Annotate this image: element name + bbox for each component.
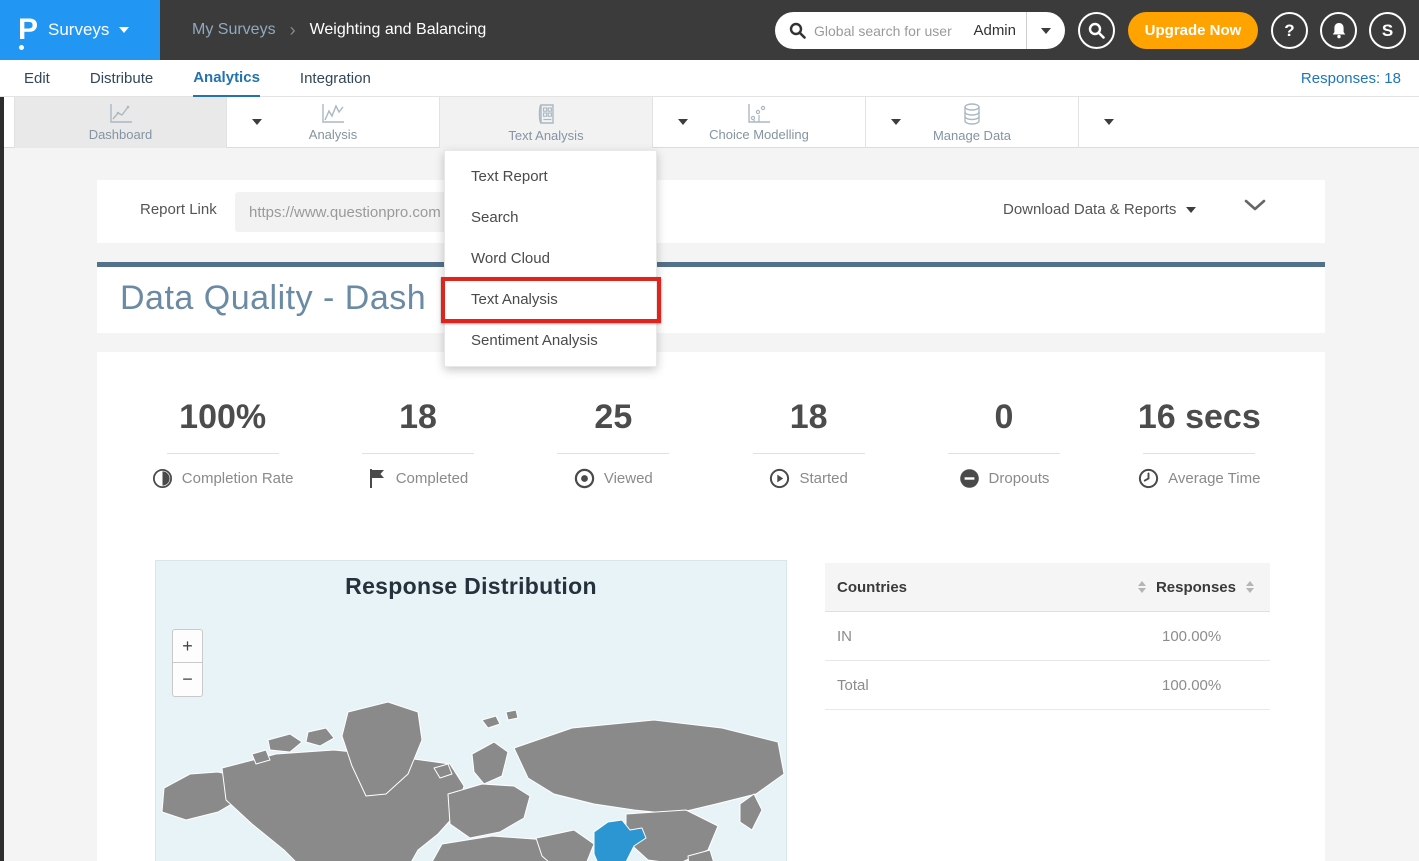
question-mark-icon: ? — [1284, 21, 1294, 41]
bell-icon — [1331, 22, 1347, 39]
left-edge-strip — [0, 97, 4, 861]
global-search-input[interactable] — [814, 23, 969, 39]
collapse-chevron-icon[interactable] — [1243, 198, 1267, 212]
play-circle-icon — [769, 468, 790, 489]
tab-choice-modelling[interactable]: Choice Modelling — [653, 97, 866, 148]
countries-table: Countries Responses IN 100.00% Total 100… — [825, 563, 1270, 710]
responses-cell: 100.00% — [1162, 677, 1258, 694]
surveys-product-menu[interactable]: P Surveys — [0, 0, 160, 60]
questionpro-analytics-screen: P Surveys My Surveys › Weighting and Bal… — [0, 0, 1419, 861]
questionpro-logo-icon: P — [18, 15, 38, 45]
survey-nav: Edit Distribute Analytics Integration Re… — [0, 60, 1419, 97]
report-link-label: Report Link — [140, 201, 217, 218]
column-header-responses[interactable]: Responses — [1156, 579, 1236, 596]
page-title: Data Quality - Dash — [120, 279, 426, 318]
map-zoom-out-button[interactable]: − — [172, 663, 203, 697]
text-analysis-dropdown-menu: Text Report Search Word Cloud Text Analy… — [444, 150, 657, 367]
menu-item-word-cloud[interactable]: Word Cloud — [445, 238, 656, 279]
contrast-circle-icon — [152, 468, 173, 489]
trend-chart-icon — [320, 103, 346, 125]
notifications-button[interactable] — [1320, 12, 1357, 49]
menu-item-text-report[interactable]: Text Report — [445, 156, 656, 197]
database-icon — [960, 102, 984, 126]
stat-completed: 18 Completed — [320, 398, 515, 489]
map-zoom-controls: + − — [172, 629, 203, 697]
product-name: Surveys — [48, 20, 109, 40]
nav-item-integration[interactable]: Integration — [300, 60, 371, 97]
clock-icon — [1138, 468, 1159, 489]
tab-analysis[interactable]: Analysis — [227, 97, 440, 148]
minus-circle-icon — [959, 468, 980, 489]
upgrade-now-button[interactable]: Upgrade Now — [1128, 12, 1258, 49]
world-map[interactable] — [156, 617, 788, 861]
breadcrumb-my-surveys[interactable]: My Surveys — [192, 21, 276, 39]
stat-dropouts: 0 Dropouts — [906, 398, 1101, 489]
dashboard-panel: 100% Completion Rate 18 Completed 25 — [97, 352, 1325, 861]
table-row: IN 100.00% — [825, 612, 1270, 661]
stat-started: 18 Started — [711, 398, 906, 489]
sort-icon[interactable] — [1138, 581, 1146, 593]
table-row: Total 100.00% — [825, 661, 1270, 710]
chevron-down-icon — [1041, 28, 1051, 34]
search-scope-dropdown[interactable] — [1027, 12, 1065, 49]
breadcrumb-separator-icon: › — [290, 20, 296, 41]
menu-item-search[interactable]: Search — [445, 197, 656, 238]
search-icon — [1088, 22, 1105, 39]
response-distribution-map: Response Distribution — [155, 560, 787, 861]
document-grid-icon — [534, 102, 558, 126]
country-cell: Total — [837, 677, 1162, 694]
chevron-down-icon — [119, 27, 129, 33]
stat-average-time: 16 secs Average Time — [1102, 398, 1297, 489]
nav-item-analytics[interactable]: Analytics — [193, 60, 260, 97]
country-cell: IN — [837, 628, 1162, 645]
search-button[interactable] — [1078, 12, 1115, 49]
help-button[interactable]: ? — [1271, 12, 1308, 49]
page-title-panel: Data Quality - Dash — [97, 262, 1325, 333]
breadcrumb: My Surveys › Weighting and Balancing — [192, 0, 486, 60]
download-data-reports-dropdown[interactable]: Download Data & Reports — [1003, 201, 1196, 218]
tab-dashboard[interactable]: Dashboard — [14, 97, 227, 148]
stat-completion-rate: 100% Completion Rate — [125, 398, 320, 489]
responses-cell: 100.00% — [1162, 628, 1258, 645]
account-avatar[interactable]: S — [1369, 12, 1406, 49]
chevron-down-icon — [1186, 207, 1196, 213]
nav-item-distribute[interactable]: Distribute — [90, 60, 153, 97]
flag-icon — [368, 468, 387, 489]
chevron-down-icon[interactable] — [1104, 119, 1114, 125]
breadcrumb-survey-title: Weighting and Balancing — [310, 21, 487, 39]
scatter-chart-icon — [746, 103, 772, 125]
map-title: Response Distribution — [156, 573, 786, 600]
top-bar: P Surveys My Surveys › Weighting and Bal… — [0, 0, 1419, 60]
analytics-toolbar: Dashboard Analysis Text Analysis Choice … — [0, 97, 1419, 148]
tab-manage-data[interactable]: Manage Data — [866, 97, 1079, 148]
stat-viewed: 25 Viewed — [516, 398, 711, 489]
global-search: Admin — [775, 12, 1065, 49]
tab-text-analysis[interactable]: Text Analysis — [440, 97, 653, 148]
menu-item-sentiment-analysis[interactable]: Sentiment Analysis — [445, 320, 656, 361]
nav-item-edit[interactable]: Edit — [24, 60, 50, 97]
stats-row: 100% Completion Rate 18 Completed 25 — [97, 398, 1325, 489]
menu-item-text-analysis[interactable]: Text Analysis — [445, 279, 656, 320]
search-scope-label: Admin — [969, 22, 1026, 39]
search-icon — [789, 22, 806, 39]
map-zoom-in-button[interactable]: + — [172, 629, 203, 663]
report-link-panel: Report Link Download Data & Reports — [97, 180, 1325, 243]
eye-icon — [574, 468, 595, 489]
countries-table-header: Countries Responses — [825, 563, 1270, 612]
responses-count: Responses: 18 — [1301, 70, 1401, 87]
line-chart-icon — [108, 103, 134, 125]
avatar-letter: S — [1382, 21, 1393, 41]
sort-icon[interactable] — [1246, 581, 1254, 593]
column-header-countries[interactable]: Countries — [837, 579, 1128, 596]
